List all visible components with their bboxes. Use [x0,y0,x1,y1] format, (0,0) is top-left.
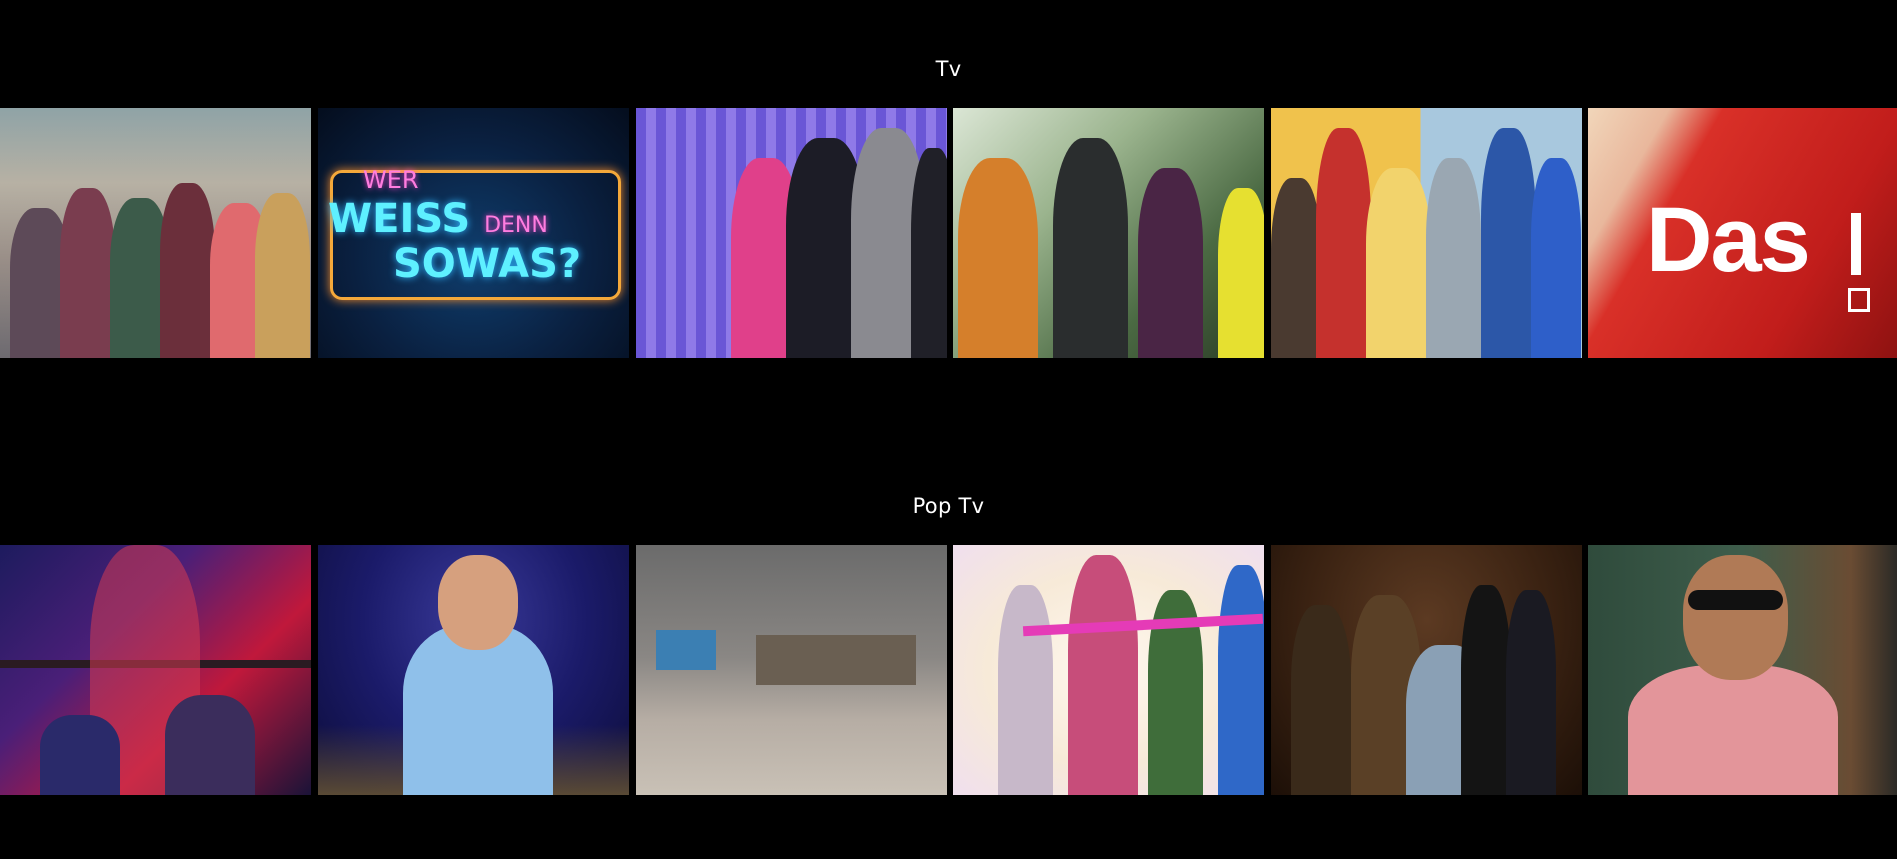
tv-card-6[interactable]: Das [1588,108,1897,358]
card-artwork [953,108,1264,358]
card-artwork: Das [1588,108,1897,358]
poptv-card-6[interactable] [1588,545,1897,795]
carousel-row-pop-tv [0,545,1897,795]
logo-text: Das [1646,189,1811,291]
card-artwork [1271,108,1582,358]
poptv-card-3[interactable] [636,545,947,795]
tv-card-1[interactable] [0,108,311,358]
tv-card-5[interactable] [1271,108,1582,358]
exclamation-dot [1848,288,1870,312]
host-face [438,555,518,650]
card-artwork [1588,545,1897,795]
tv-card-2[interactable]: WER WEISS DENN SOWAS? [318,108,629,358]
card-artwork [318,545,629,795]
logo-text-line3: SOWAS? [393,241,582,287]
card-artwork [1271,545,1582,795]
card-artwork [636,108,947,358]
sunglasses [1688,590,1783,610]
poptv-card-5[interactable] [1271,545,1582,795]
tarp [656,630,716,670]
tv-card-4[interactable] [953,108,1264,358]
man-face [1683,555,1788,680]
card-artwork [0,108,311,358]
poptv-card-4[interactable] [953,545,1264,795]
poptv-card-2[interactable] [318,545,629,795]
poptv-card-1[interactable] [0,545,311,795]
logo-text-line2: WEISS DENN [328,196,548,242]
tv-card-3[interactable] [636,108,947,358]
carousel-row-tv: WER WEISS DENN SOWAS? Das [0,108,1897,358]
card-artwork [636,545,947,795]
card-artwork: WER WEISS DENN SOWAS? [318,108,629,358]
logo-text-line1: WER [363,166,419,194]
card-artwork [0,545,311,795]
exclamation-bar [1851,213,1861,275]
row-title-tv: Tv [935,57,962,81]
card-artwork [953,545,1264,795]
shelters [756,635,916,685]
row-title-pop-tv: Pop Tv [912,494,985,518]
